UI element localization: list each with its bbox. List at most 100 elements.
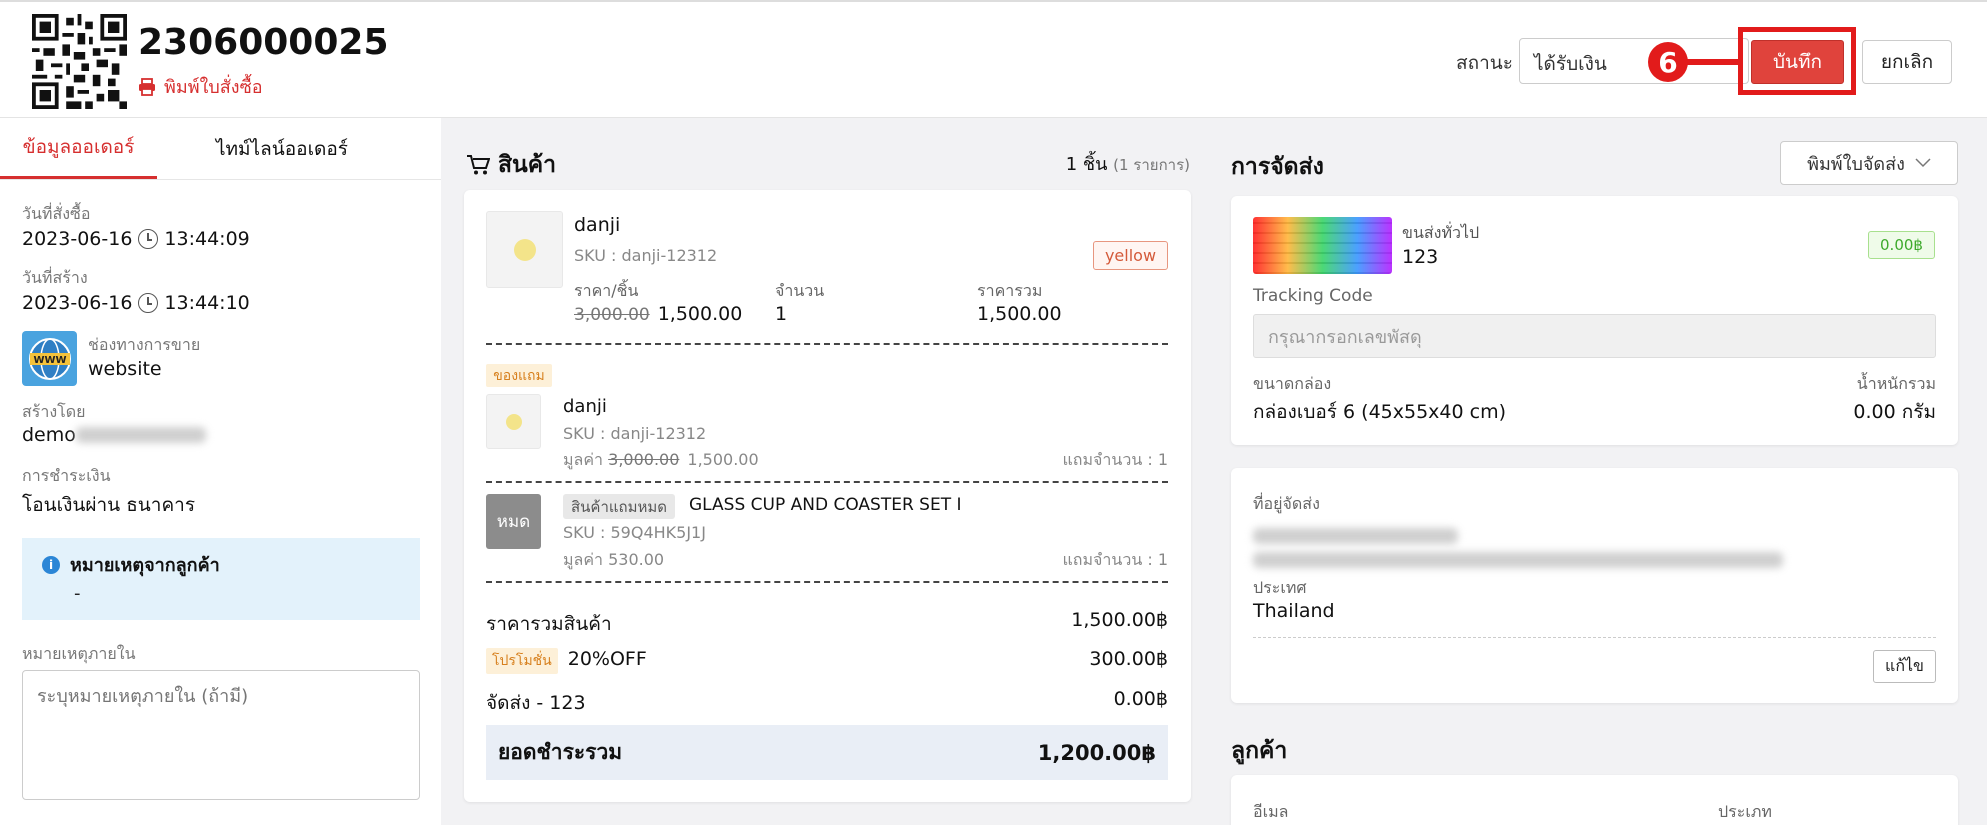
sale-price: 1,500.00 bbox=[657, 303, 743, 325]
grand-total-value: 1,200.00฿ bbox=[1037, 740, 1156, 765]
created-date: 2023-06-16 bbox=[22, 292, 133, 314]
dashed-divider bbox=[486, 481, 1168, 483]
original-price: 3,000.00 bbox=[574, 305, 650, 325]
unit-price-label: ราคา/ชิ้น bbox=[574, 281, 639, 300]
product-name: danji bbox=[574, 214, 621, 236]
line-total-label: ราคารวม bbox=[977, 281, 1043, 300]
payment-value: โอนเงินผ่าน ธนาคาร bbox=[22, 494, 196, 516]
tab-divider bbox=[0, 179, 441, 180]
created-by-name: demo bbox=[22, 424, 76, 446]
cancel-button[interactable]: ยกเลิก bbox=[1862, 40, 1952, 84]
website-channel-icon: WWW bbox=[22, 331, 77, 386]
www-text: WWW bbox=[33, 355, 66, 366]
weight-value: 0.00 กรัม bbox=[1853, 401, 1936, 423]
products-count-value: 1 ชิ้น bbox=[1065, 154, 1108, 175]
qty-label: จำนวน bbox=[775, 281, 825, 300]
customer-note-label: หมายเหตุจากลูกค้า bbox=[70, 555, 220, 576]
dashed-divider bbox=[486, 343, 1168, 345]
oos-qty: แถมจำนวน : 1 bbox=[1062, 550, 1168, 569]
internal-note-input[interactable] bbox=[22, 670, 420, 800]
created-date-label: วันที่สร้าง bbox=[22, 268, 88, 287]
promo-value: 300.00฿ bbox=[1089, 648, 1168, 670]
redacted-email bbox=[75, 427, 206, 443]
unit-price-value: 3,000.00 1,500.00 bbox=[574, 303, 742, 325]
info-icon: i bbox=[42, 555, 60, 574]
chevron-down-icon bbox=[1915, 158, 1931, 168]
carrier-price-badge: 0.00฿ bbox=[1868, 231, 1935, 259]
carrier-type: ขนส่งทั่วไป bbox=[1402, 223, 1480, 242]
oos-sku: SKU : 59Q4HK5J1J bbox=[563, 523, 706, 542]
order-date: 2023-06-16 bbox=[22, 228, 133, 250]
subtotal-label: ราคารวมสินค้า bbox=[486, 613, 612, 635]
carrier-logo bbox=[1253, 217, 1392, 274]
cart-icon bbox=[467, 155, 490, 175]
order-number: 2306000025 bbox=[138, 22, 389, 63]
order-time: 13:44:09 bbox=[164, 228, 250, 250]
grand-total-label: ยอดชำระรวม bbox=[498, 740, 623, 764]
box-size-label: ขนาดกล่อง bbox=[1253, 374, 1332, 393]
customer-note-title: i หมายเหตุจากลูกค้า bbox=[42, 550, 400, 579]
subtotal-value: 1,500.00฿ bbox=[1071, 609, 1168, 631]
print-shipping-dropdown[interactable]: พิมพ์ใบจัดส่ง bbox=[1780, 141, 1958, 185]
qr-code-icon bbox=[32, 14, 127, 109]
save-button[interactable]: บันทึก bbox=[1751, 40, 1844, 84]
status-label: สถานะ bbox=[1456, 52, 1513, 74]
line-total-value: 1,500.00 bbox=[977, 303, 1062, 325]
shipping-fee-value: 0.00฿ bbox=[1113, 688, 1168, 710]
order-date-value: 2023-06-16 13:44:09 bbox=[22, 228, 250, 250]
gift-image-icon bbox=[505, 413, 522, 430]
products-count-detail: (1 รายการ) bbox=[1113, 156, 1190, 174]
gift-thumbnail[interactable] bbox=[486, 394, 541, 449]
dashed-divider bbox=[486, 581, 1168, 583]
tab-order-timeline[interactable]: ไทม์ไลน์ออเดอร์ bbox=[157, 118, 407, 179]
annotation-arrow-line bbox=[1684, 59, 1740, 65]
address-card bbox=[1231, 468, 1958, 703]
clock-icon bbox=[138, 293, 159, 313]
redacted-recipient bbox=[1253, 528, 1458, 544]
oos-tag: สินค้าแถมหมด bbox=[563, 494, 676, 519]
oos-value: มูลค่า 530.00 bbox=[563, 550, 665, 569]
gift-value: มูลค่า 3,000.00 1,500.00 bbox=[563, 448, 759, 473]
created-by-value: demo bbox=[22, 424, 206, 446]
country-label: ประเทศ bbox=[1253, 578, 1307, 597]
printer-icon bbox=[139, 77, 155, 96]
shipping-fee-label: จัดส่ง - 123 bbox=[486, 692, 586, 714]
gift-value-amount: 1,500.00 bbox=[687, 450, 759, 469]
carrier-name: 123 bbox=[1402, 246, 1439, 268]
customer-note-box: i หมายเหตุจากลูกค้า - bbox=[22, 538, 420, 620]
payment-label: การชำระเงิน bbox=[22, 466, 111, 485]
address-divider bbox=[1253, 637, 1936, 638]
print-shipping-label: พิมพ์ใบจัดส่ง bbox=[1807, 153, 1905, 175]
oos-name: GLASS CUP AND COASTER SET I bbox=[689, 495, 962, 515]
promo-row: โปรโมชั่น 20%OFF bbox=[486, 648, 647, 674]
tracking-label: Tracking Code bbox=[1253, 286, 1373, 306]
product-thumbnail[interactable] bbox=[486, 211, 563, 288]
print-order-label: พิมพ์ใบสั่งซื้อ bbox=[164, 77, 263, 98]
products-heading: สินค้า bbox=[466, 147, 556, 183]
step-number-badge: 6 bbox=[1648, 42, 1688, 82]
country-value: Thailand bbox=[1253, 600, 1335, 622]
variant-badge: yellow bbox=[1093, 241, 1168, 270]
gift-qty: แถมจำนวน : 1 bbox=[1062, 450, 1168, 469]
channel-value: website bbox=[88, 358, 162, 380]
order-header: 2306000025 พิมพ์ใบสั่งซื้อ สถานะ ได้รับเ… bbox=[0, 0, 1987, 118]
order-info-panel: ข้อมูลออเดอร์ ไทม์ไลน์ออเดอร์ วันที่สั่ง… bbox=[0, 118, 441, 825]
print-order-link[interactable]: พิมพ์ใบสั่งซื้อ bbox=[138, 72, 263, 101]
edit-address-button[interactable]: แก้ไข bbox=[1873, 650, 1936, 683]
products-title: สินค้า bbox=[498, 152, 557, 178]
customer-note-value: - bbox=[74, 583, 81, 604]
internal-note-label: หมายเหตุภายใน bbox=[22, 644, 136, 663]
channel-label: ช่องทางการขาย bbox=[88, 335, 201, 354]
tracking-code-input[interactable]: กรุณากรอกเลขพัสดุ bbox=[1253, 314, 1936, 358]
oos-thumbnail[interactable]: หมด bbox=[486, 494, 541, 549]
created-by-label: สร้างโดย bbox=[22, 402, 86, 421]
product-sku: SKU : danji-12312 bbox=[574, 246, 718, 265]
customer-type-label: ประเภท bbox=[1718, 802, 1772, 821]
address-label: ที่อยู่จัดส่ง bbox=[1253, 494, 1320, 513]
qty-value: 1 bbox=[775, 303, 788, 325]
gift-value-label: มูลค่า bbox=[563, 450, 604, 469]
products-count: 1 ชิ้น (1 รายการ) bbox=[1066, 149, 1190, 178]
created-time: 13:44:10 bbox=[164, 292, 250, 314]
redacted-address bbox=[1253, 552, 1783, 568]
tab-order-info[interactable]: ข้อมูลออเดอร์ bbox=[0, 118, 157, 179]
